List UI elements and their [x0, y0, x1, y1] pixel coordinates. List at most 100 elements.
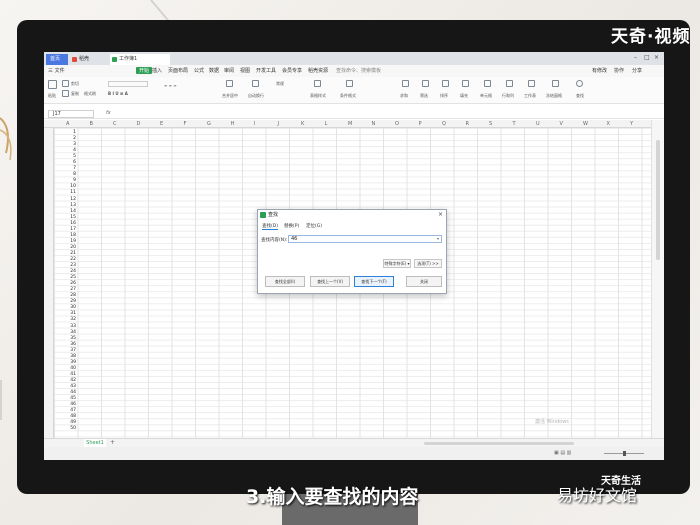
freeze-panes-label: 冻结窗格: [546, 93, 562, 98]
merge-center-icon[interactable]: [226, 80, 233, 87]
chevron-down-icon[interactable]: ▾: [437, 236, 439, 242]
column-header[interactable]: S: [489, 121, 492, 127]
close-button[interactable]: 关闭: [406, 276, 442, 287]
column-header[interactable]: D: [137, 121, 141, 127]
column-header[interactable]: Q: [442, 121, 446, 127]
font-style-buttons[interactable]: B I U ⊞ A: [108, 91, 128, 96]
find-previous-button[interactable]: 查找上一个(V): [310, 276, 350, 287]
column-header[interactable]: L: [325, 121, 328, 127]
options-button[interactable]: 选项(T) >>: [414, 259, 442, 268]
wrap-text-icon[interactable]: [252, 80, 259, 87]
sheet-tab[interactable]: Sheet1: [84, 439, 106, 447]
menu-page-layout[interactable]: 页面布局: [168, 67, 188, 74]
fill-icon[interactable]: [462, 80, 469, 87]
column-header[interactable]: U: [536, 121, 540, 127]
tab-workbook[interactable]: 工作簿1: [110, 54, 170, 65]
zoom-knob[interactable]: [623, 451, 626, 456]
column-header[interactable]: T: [513, 121, 516, 127]
paste-label: 粘贴: [48, 93, 56, 98]
cell-icon[interactable]: [484, 80, 491, 87]
column-header[interactable]: O: [395, 121, 399, 127]
menu-search[interactable]: 查找命令、搜索模板: [336, 67, 381, 74]
desk-shadow-line: [0, 380, 2, 420]
menu-modified[interactable]: 有修改: [592, 67, 607, 74]
tab-find[interactable]: 查找(D): [262, 223, 278, 230]
tab-goto[interactable]: 定位(G): [306, 223, 322, 229]
menu-review[interactable]: 审阅: [224, 67, 234, 74]
column-header-row: A B C D E F G H I J K L M N O P Q R S T U V W X Y: [44, 120, 664, 128]
conditional-format-icon[interactable]: [346, 80, 353, 87]
minimize-icon[interactable]: –: [634, 54, 637, 61]
add-sheet-icon[interactable]: +: [110, 439, 115, 446]
zoom-slider[interactable]: [604, 451, 644, 456]
column-header[interactable]: P: [419, 121, 422, 127]
column-header[interactable]: K: [301, 121, 304, 127]
menu-share[interactable]: 分享: [632, 67, 642, 74]
menu-view[interactable]: 视图: [240, 67, 250, 74]
column-header[interactable]: J: [278, 121, 279, 127]
column-header[interactable]: B: [90, 121, 93, 127]
menu-insert[interactable]: 插入: [152, 67, 162, 74]
column-header[interactable]: V: [560, 121, 563, 127]
vertical-scrollbar[interactable]: [651, 120, 664, 438]
column-header[interactable]: A: [66, 121, 69, 127]
row-header-column: [44, 128, 54, 438]
column-header[interactable]: R: [466, 121, 469, 127]
worksheet-icon[interactable]: [528, 80, 535, 87]
dialog-title: 查找: [268, 212, 279, 218]
column-header[interactable]: M: [348, 121, 352, 127]
horizontal-scroll-thumb[interactable]: [424, 442, 574, 445]
menu-docer-resources[interactable]: 稻壳资源: [308, 67, 328, 74]
maximize-icon[interactable]: □: [644, 54, 650, 61]
menu-member[interactable]: 会员专享: [282, 67, 302, 74]
fx-icon[interactable]: fx: [106, 110, 111, 116]
row-column-label: 行和列: [502, 93, 514, 98]
view-mode-icons[interactable]: ▣ ▤ ▥: [554, 450, 571, 456]
tab-replace[interactable]: 替换(P): [284, 223, 299, 229]
close-icon[interactable]: ×: [654, 54, 659, 61]
find-all-button[interactable]: 查找全部(I): [265, 276, 305, 287]
column-header[interactable]: C: [113, 121, 117, 127]
sort-label: 排序: [440, 93, 448, 98]
menu-data[interactable]: 数据: [209, 67, 219, 74]
row-column-icon[interactable]: [506, 80, 513, 87]
status-bar: ▣ ▤ ▥: [44, 447, 664, 460]
cell-value[interactable]: 50: [58, 426, 76, 432]
number-format-label[interactable]: 常规: [276, 81, 284, 87]
menu-home[interactable]: 开始: [136, 67, 153, 74]
sum-icon[interactable]: [402, 80, 409, 87]
vertical-scroll-thumb[interactable]: [656, 140, 660, 260]
table-style-icon[interactable]: [314, 80, 321, 87]
tab-docer[interactable]: 稻壳: [70, 54, 108, 65]
cut-icon[interactable]: [62, 80, 69, 87]
column-header[interactable]: E: [160, 121, 163, 127]
menu-file[interactable]: 三 文件: [48, 67, 65, 74]
find-what-input[interactable]: 46 ▾: [288, 235, 442, 243]
tab-home[interactable]: 首页: [46, 54, 68, 65]
name-box[interactable]: J17: [48, 110, 94, 118]
special-chars-button[interactable]: 特殊字符(E) ▾: [383, 259, 411, 268]
column-header[interactable]: I: [254, 121, 255, 127]
find-icon[interactable]: [576, 80, 583, 87]
menu-developer[interactable]: 开发工具: [256, 67, 276, 74]
close-icon[interactable]: ×: [438, 211, 443, 218]
copy-icon[interactable]: [62, 90, 69, 97]
column-header[interactable]: H: [231, 121, 235, 127]
column-header[interactable]: N: [372, 121, 376, 127]
menu-collab[interactable]: 协作: [614, 67, 624, 74]
conditional-format-label: 条件格式: [340, 93, 356, 98]
paste-icon[interactable]: [48, 80, 57, 89]
align-buttons[interactable]: ≡ ≡ ≡: [164, 83, 177, 88]
column-header[interactable]: F: [184, 121, 187, 127]
column-header[interactable]: G: [207, 121, 211, 127]
sheet-tab-bar: Sheet1 +: [44, 438, 664, 447]
font-name[interactable]: [108, 81, 148, 87]
sort-icon[interactable]: [442, 80, 449, 87]
column-header[interactable]: W: [583, 121, 588, 127]
filter-icon[interactable]: [422, 80, 429, 87]
column-header[interactable]: X: [607, 121, 610, 127]
freeze-panes-icon[interactable]: [552, 80, 559, 87]
column-header[interactable]: Y: [630, 121, 633, 127]
find-next-button[interactable]: 查找下一个(F): [354, 276, 394, 287]
menu-formula[interactable]: 公式: [194, 67, 204, 74]
